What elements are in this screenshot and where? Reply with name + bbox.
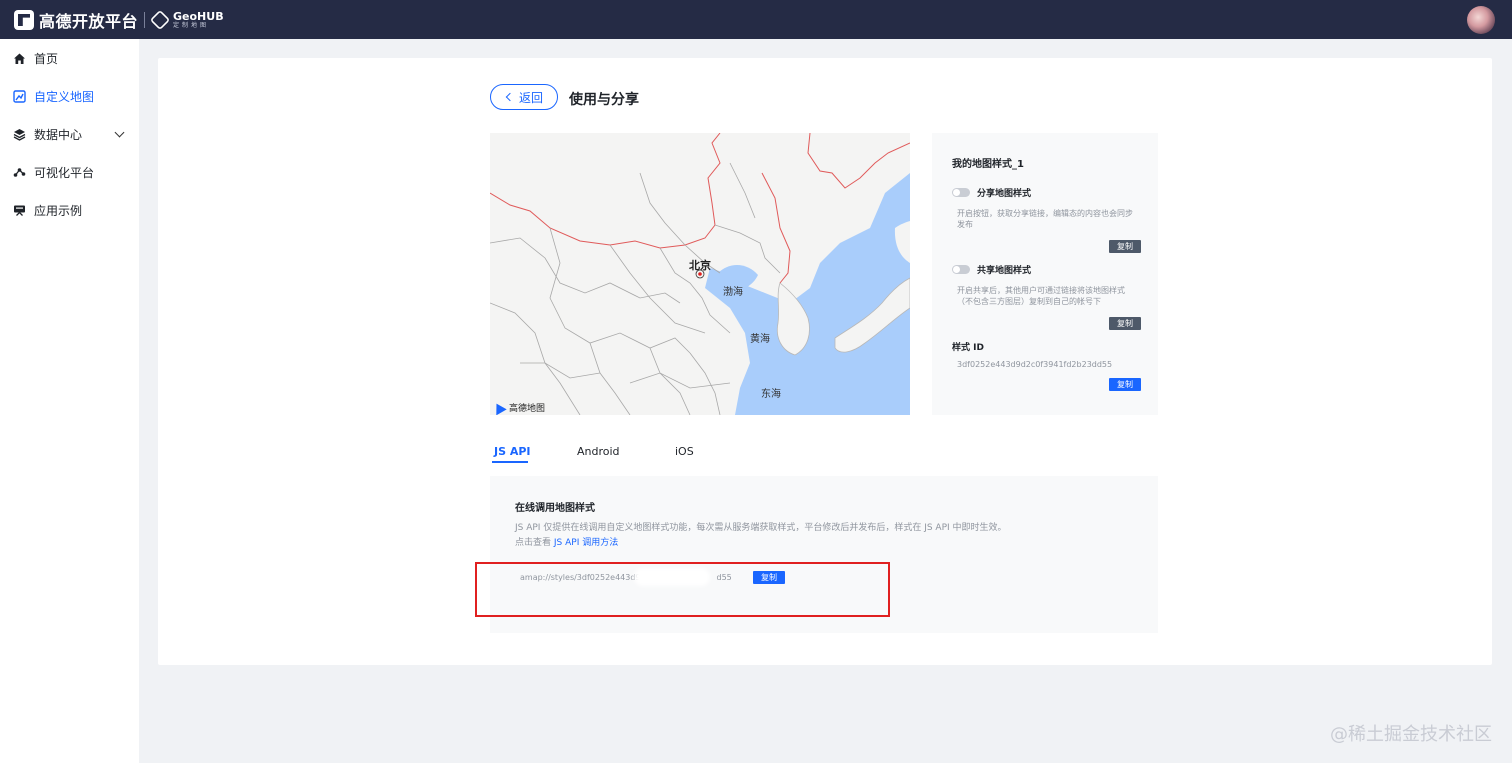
share-style-label: 分享地图样式 [977,189,1032,199]
js-api-doc-line: 点击查看 JS API 调用方法 [515,535,618,548]
map-canvas [490,133,910,415]
brand-logo[interactable]: 高德开放平台 GeoHUB 定制地图 [14,8,224,32]
chevron-down-icon[interactable] [114,127,125,138]
geohub-logo-icon [149,9,171,31]
geohub-title: GeoHUB [173,10,224,23]
amap-arrow-icon [491,400,507,415]
style-id-value: 3df0252e443d9d2c0f3941fd2b23dd55 [957,360,1113,369]
js-api-title: 在线调用地图样式 [515,503,595,514]
sidebar-item-label: 可视化平台 [34,165,95,180]
collab-style-label: 共享地图样式 [977,266,1032,276]
page-title: 使用与分享 [569,92,639,108]
brand-name: 高德开放平台 [39,12,139,31]
map-provider-logo: 高德地图 [491,400,546,415]
share-style-description: 开启按钮，获取分享链接，编辑态的内容也会同步发布 [957,209,1133,229]
collab-style-description: 开启共享后，其他用户可通过链接将该地图样式（不包含三方图层）复制到自己的帐号下 [957,286,1125,306]
sidebar-item-label: 首页 [34,51,59,66]
sidebar-item-label: 数据中心 [34,127,83,142]
sidebar-item-visualization[interactable]: 可视化平台 [0,153,139,191]
custom-map-icon [13,89,26,103]
back-button[interactable]: 返回 [490,84,558,110]
sidebar-item-label: 自定义地图 [34,89,95,104]
visualization-icon [13,166,26,179]
sidebar-item-custom-map[interactable]: 自定义地图 [0,77,139,115]
map-sea-label: 东海 [761,389,781,400]
chevron-left-icon [505,92,515,102]
top-navigation-bar: 高德开放平台 GeoHUB 定制地图 [0,0,1512,39]
tab-ios[interactable]: iOS [675,445,694,458]
sidebar-item-data-center[interactable]: 数据中心 [0,115,139,153]
map-city-label: 北京 [689,259,711,272]
sidebar-item-label: 应用示例 [34,203,83,218]
sidebar-item-examples[interactable]: 应用示例 [0,191,139,229]
annotation-highlight-box [475,562,890,617]
logo-divider [144,12,146,28]
sidebar-item-home[interactable]: 首页 [0,39,139,77]
amap-logo-icon [14,10,34,30]
copy-collab-link-button[interactable]: 复制 [1109,317,1141,330]
geohub-subtitle: 定制地图 [173,22,210,29]
js-api-description: JS API 仅提供在线调用自定义地图样式功能，每次需从服务端获取样式，平台修改… [515,523,1007,533]
style-settings-panel: 我的地图样式_1 分享地图样式 开启按钮，获取分享链接，编辑态的内容也会同步发布… [932,133,1158,415]
map-preview[interactable]: 北京 渤海 黄海 东海 高德地图 [490,133,910,415]
style-name: 我的地图样式_1 [952,159,1024,170]
share-style-toggle[interactable] [952,188,970,197]
back-button-label: 返回 [518,90,543,105]
map-sea-label: 黄海 [750,334,770,345]
style-id-label: 样式 ID [952,343,984,353]
copy-share-link-button[interactable]: 复制 [1109,240,1141,253]
watermark: @稀土掘金技术社区 [1330,724,1492,745]
user-avatar[interactable] [1467,6,1495,34]
map-sea-label: 渤海 [723,287,743,298]
examples-icon [13,204,26,217]
tab-js-api[interactable]: JS API [494,445,531,458]
collab-style-toggle[interactable] [952,265,970,274]
layers-icon [13,128,26,141]
home-icon [13,52,26,65]
copy-style-id-button[interactable]: 复制 [1109,378,1141,391]
tab-android[interactable]: Android [577,445,620,458]
active-tab-indicator [492,461,528,463]
map-provider-name: 高德地图 [509,404,546,414]
js-api-doc-link[interactable]: JS API 调用方法 [554,538,618,548]
geohub-brand: GeoHUB 定制地图 [173,11,224,29]
sidebar: 首页 自定义地图 数据中心 可视化平台 应用示例 [0,39,139,763]
js-api-doc-prefix: 点击查看 [515,538,552,548]
